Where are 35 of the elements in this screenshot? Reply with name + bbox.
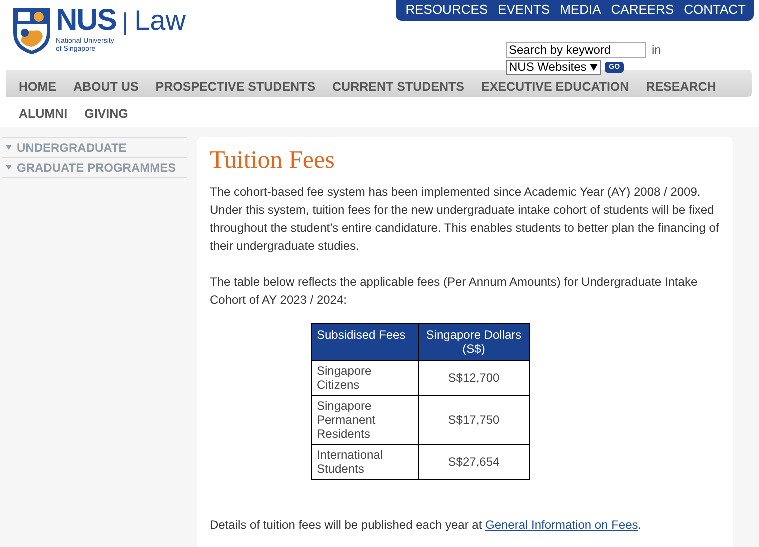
utility-link[interactable]: EVENTS [498, 2, 550, 17]
table-cell: Singapore Citizens [312, 360, 418, 396]
caret-icon [6, 165, 12, 170]
nav-link[interactable]: GIVING [84, 107, 128, 127]
faculty-name: Law [134, 7, 186, 35]
utility-link[interactable]: CAREERS [611, 2, 674, 17]
search-scope-label: in [652, 43, 662, 57]
table-cell: S$17,750 [418, 396, 530, 444]
crest-icon [12, 7, 52, 55]
logo-divider: | [122, 9, 129, 37]
column-header: Singapore Dollars (S$) [418, 324, 530, 360]
page-title: Tuition Fees [210, 147, 336, 175]
nus-wordmark: NUS [56, 7, 116, 35]
column-header: Subsidised Fees [312, 324, 418, 360]
utility-link[interactable]: MEDIA [560, 2, 602, 17]
table-cell: International Students [312, 444, 418, 480]
nav-link[interactable]: HOME [19, 80, 56, 94]
nav-link[interactable]: ABOUT US [74, 80, 139, 94]
nav-link[interactable]: CURRENT STUDENTS [332, 80, 464, 94]
body-paragraph: The cohort-based fee system has been implemented since Academic Year (AY) 2008 / 2009. Under this system, tuition fees for the new undergraduate intake cohort of students will be fixed throughout the student’s entire candidature. This enables students to better plan the financing of their undergraduate studies. [210, 184, 720, 255]
scope-dropdown[interactable]: NUS Websites [506, 60, 602, 75]
nav-link[interactable]: EXECUTIVE EDUCATION [481, 80, 630, 94]
fees-link[interactable]: General Information on Fees [486, 518, 638, 532]
nav-link[interactable]: RESEARCH [646, 80, 716, 94]
table-cell: S$12,700 [418, 360, 530, 396]
nav-link[interactable]: PROSPECTIVE STUDENTS [156, 80, 316, 94]
search-field[interactable]: Search by keyword [506, 42, 646, 58]
caret-icon [6, 145, 12, 150]
footer-note: Details of tuition fees will be published each year at General Information on Fees. [210, 517, 643, 534]
utility-link[interactable]: CONTACT [684, 2, 746, 17]
utility-link[interactable]: RESOURCES [406, 2, 488, 17]
body-paragraph: The table below reflects the applicable fees (Per Annum Amounts) for Undergraduate Intake Cohort of AY 2023 / 2024: [210, 274, 699, 309]
table-cell: Singapore Permanent Residents [312, 396, 418, 444]
table-cell: S$27,654 [418, 444, 530, 480]
nav-link[interactable]: ALUMNI [19, 107, 68, 127]
